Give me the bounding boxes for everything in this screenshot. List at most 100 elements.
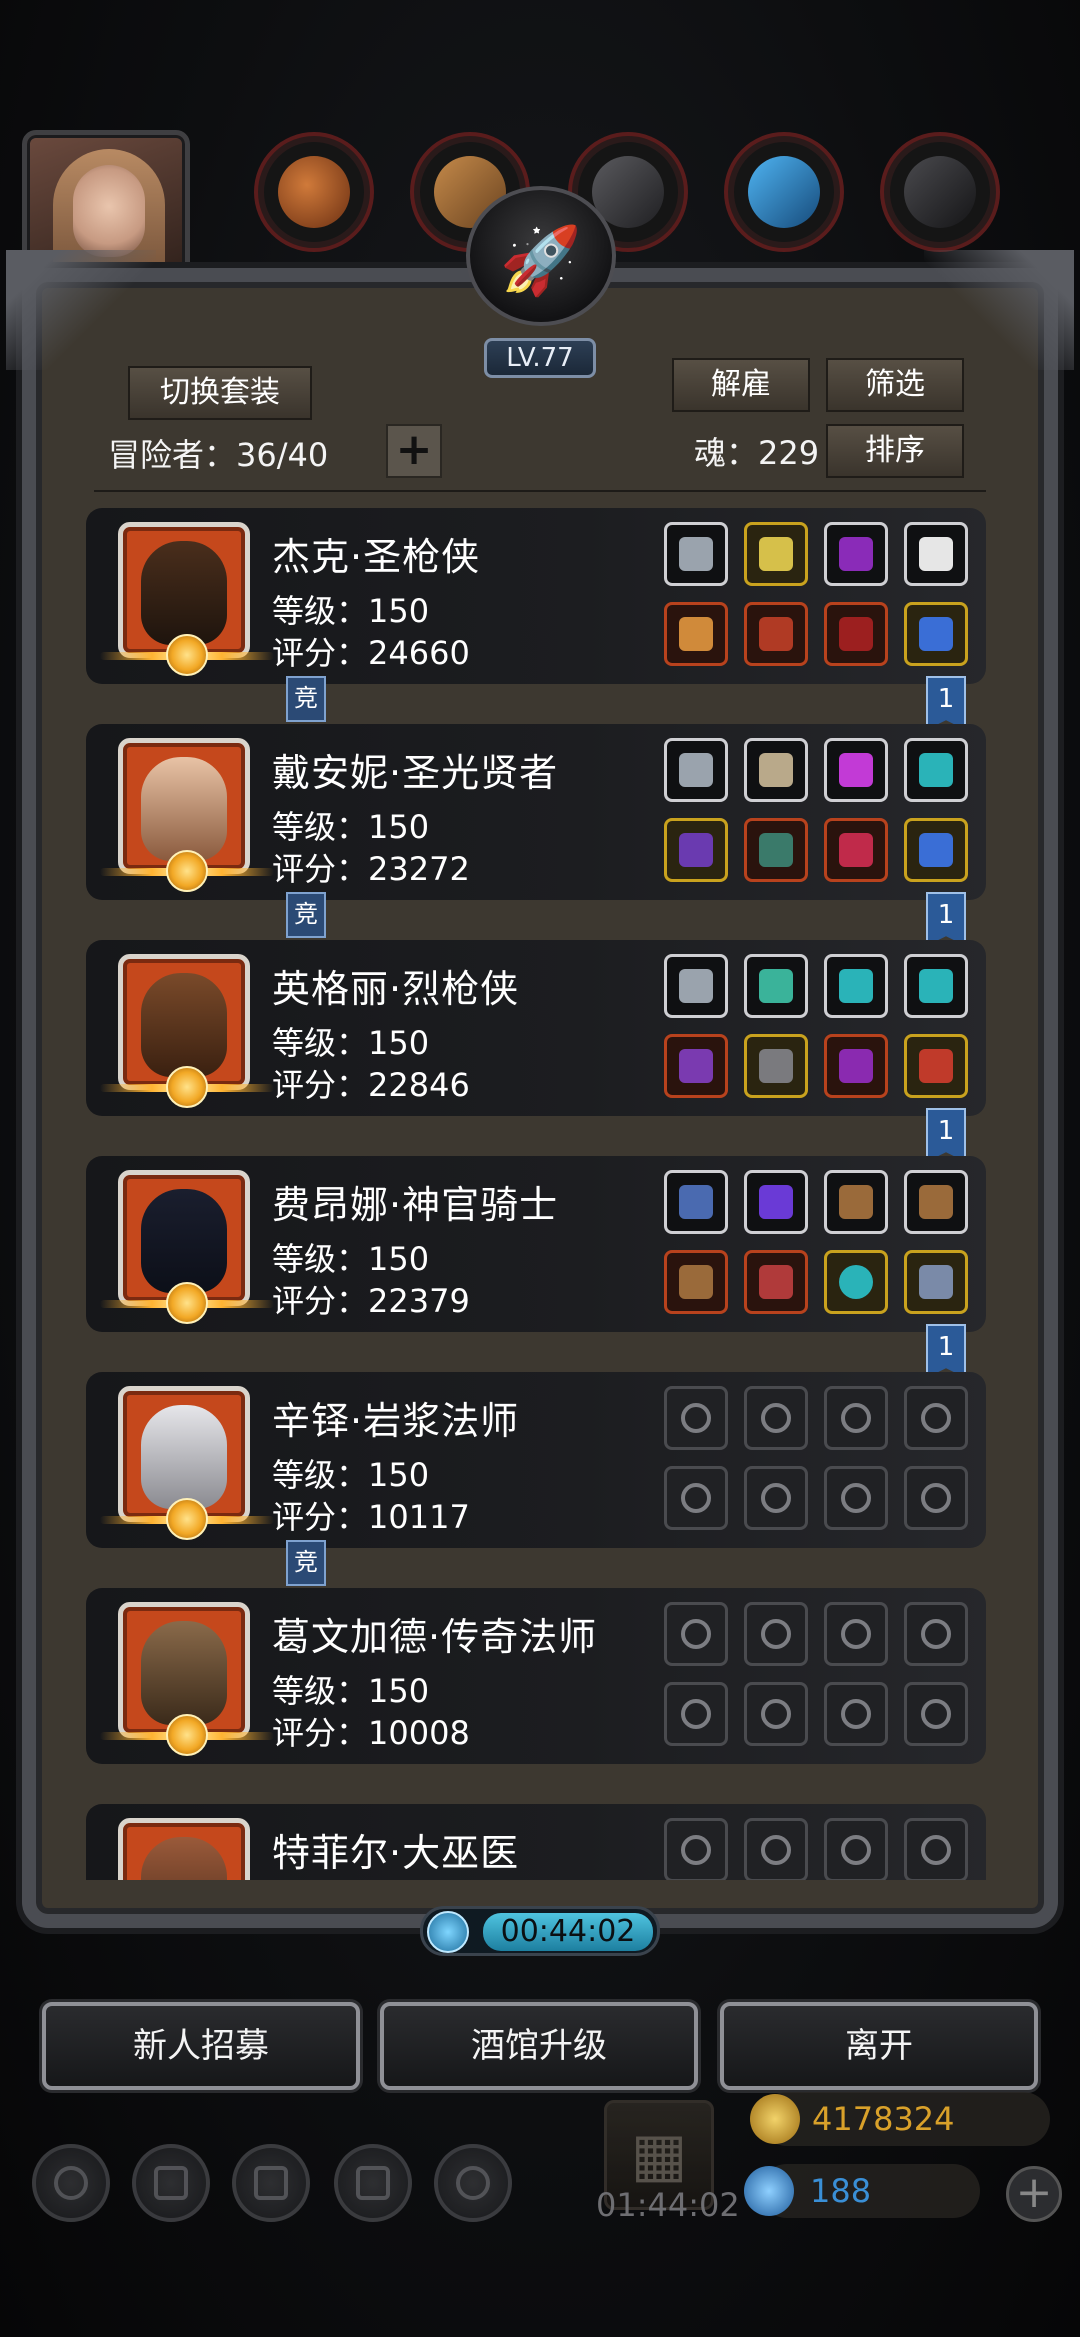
bracer-icon[interactable] — [824, 1170, 888, 1234]
empty-hex-slot-icon[interactable] — [904, 1602, 968, 1666]
orb-purple-icon[interactable] — [744, 1170, 808, 1234]
gem-teal-icon[interactable] — [824, 954, 888, 1018]
empty-hex-slot-icon[interactable] — [904, 1386, 968, 1450]
empty-hex-slot-icon[interactable] — [904, 1818, 968, 1880]
gold-amount: 4178324 — [812, 2100, 955, 2138]
rank-medal-icon — [166, 1282, 208, 1324]
bracer-icon[interactable] — [904, 1170, 968, 1234]
hero-level: 等级：150 — [272, 1240, 430, 1278]
tavern-upgrade-button[interactable]: 酒馆升级 — [380, 2002, 698, 2090]
rank-medal-icon — [166, 1714, 208, 1756]
frame-ornament-left — [6, 250, 156, 370]
wings-icon[interactable] — [664, 738, 728, 802]
ring-icon[interactable] — [904, 602, 968, 666]
empty-weapon-slot-icon[interactable] — [664, 1682, 728, 1746]
achievement-icon[interactable] — [132, 2144, 210, 2222]
empty-flame-slot-icon[interactable] — [744, 1818, 808, 1880]
hero-card[interactable]: 葛文加德·传奇法师 等级：150 评分：10008 — [86, 1586, 986, 1768]
empty-armor-slot-icon[interactable] — [744, 1466, 808, 1530]
empty-flame-slot-icon[interactable] — [744, 1602, 808, 1666]
settings-icon[interactable] — [32, 2144, 110, 2222]
dismiss-button[interactable]: 解雇 — [672, 358, 810, 412]
empty-ring-slot-icon[interactable] — [824, 1466, 888, 1530]
empty-wings-slot-icon[interactable] — [664, 1386, 728, 1450]
empty-hex-slot-icon[interactable] — [824, 1818, 888, 1880]
arena-tag: 竞 — [286, 892, 326, 938]
sort-button[interactable]: 排序 — [826, 424, 964, 478]
empty-weapon-slot-icon[interactable] — [664, 1466, 728, 1530]
amulet-icon[interactable] — [744, 522, 808, 586]
rank-medal-icon — [166, 634, 208, 676]
hero-name: 杰克·圣枪侠 — [272, 535, 481, 579]
orb-icon[interactable] — [824, 818, 888, 882]
arena-tag: 竞 — [286, 676, 326, 722]
feather-icon[interactable] — [904, 522, 968, 586]
empty-flame-slot-icon[interactable] — [744, 1386, 808, 1450]
pendant-icon[interactable] — [904, 1034, 968, 1098]
shop-icon[interactable] — [434, 2144, 512, 2222]
robe-icon[interactable] — [744, 1250, 808, 1314]
leave-button[interactable]: 离开 — [720, 2002, 1038, 2090]
hero-score: 评分：24660 — [272, 634, 470, 672]
wings-icon[interactable] — [664, 1170, 728, 1234]
rocket-boost-button[interactable]: 🚀 — [466, 186, 616, 326]
hero-card[interactable]: 辛铎·岩浆法师 等级：150 评分：10117 — [86, 1370, 986, 1552]
add-slot-button[interactable]: + — [386, 424, 442, 478]
switch-set-button[interactable]: 切换套装 — [128, 366, 312, 420]
add-currency-button[interactable]: + — [1006, 2166, 1062, 2222]
armor-icon[interactable] — [744, 1034, 808, 1098]
empty-wings-slot-icon[interactable] — [664, 1602, 728, 1666]
hero-name: 费昂娜·神官骑士 — [272, 1183, 559, 1227]
gem-amount: 188 — [810, 2172, 872, 2210]
gem-purple-icon[interactable] — [824, 738, 888, 802]
spear-icon[interactable] — [664, 602, 728, 666]
hero-score: 评分：10117 — [272, 1498, 470, 1536]
amulet-icon[interactable] — [824, 1034, 888, 1098]
staff-icon[interactable] — [664, 818, 728, 882]
empty-hex-slot-icon[interactable] — [824, 1602, 888, 1666]
wings-icon[interactable] — [664, 954, 728, 1018]
pendant-icon[interactable] — [904, 818, 968, 882]
guild-icon[interactable] — [232, 2144, 310, 2222]
gauntlet-icon[interactable] — [904, 1250, 968, 1314]
clock-icon — [427, 1911, 469, 1953]
armor-icon[interactable] — [744, 602, 808, 666]
empty-wings-slot-icon[interactable] — [664, 1818, 728, 1880]
iron-ingot-icon[interactable] — [884, 136, 996, 248]
empty-ring-slot-icon[interactable] — [904, 1466, 968, 1530]
gold-coin-icon — [750, 2094, 800, 2144]
hero-portrait[interactable] — [118, 1818, 250, 1880]
crystal-blue-icon[interactable] — [728, 136, 840, 248]
rank-medal-icon — [166, 850, 208, 892]
empty-hex-slot-icon[interactable] — [824, 1386, 888, 1450]
wings-icon[interactable] — [664, 522, 728, 586]
hero-card[interactable]: 费昂娜·神官骑士 等级：150 评分：22379 — [86, 1154, 986, 1336]
hero-card[interactable]: 戴安妮·圣光贤者 等级：150 评分：23272 — [86, 722, 986, 904]
boots-icon[interactable] — [824, 602, 888, 666]
hero-level: 等级：150 — [272, 1024, 430, 1062]
gem-teal-icon[interactable] — [744, 954, 808, 1018]
potion-icon[interactable] — [824, 522, 888, 586]
hero-name: 英格丽·烈枪侠 — [272, 967, 520, 1011]
hero-card[interactable]: 英格丽·烈枪侠 等级：150 评分：22846 — [86, 938, 986, 1120]
hero-list[interactable]: 杰克·圣枪侠 等级：150 评分：24660 竞 1 戴安妮·圣光贤者 等级：1… — [86, 506, 986, 1880]
rocket-icon: 🚀 — [499, 222, 583, 299]
hero-card[interactable]: 杰克·圣枪侠 等级：150 评分：24660 — [86, 506, 986, 688]
hero-name: 特菲尔·大巫医 — [272, 1831, 520, 1875]
robe-icon[interactable] — [744, 818, 808, 882]
filter-button[interactable]: 筛选 — [826, 358, 964, 412]
stone-icon[interactable] — [744, 738, 808, 802]
mail-icon[interactable] — [334, 2144, 412, 2222]
spear-icon[interactable] — [664, 1034, 728, 1098]
recruit-button[interactable]: 新人招募 — [42, 2002, 360, 2090]
gem-teal-icon[interactable] — [904, 954, 968, 1018]
empty-armor-slot-icon[interactable] — [744, 1682, 808, 1746]
hero-card[interactable]: 特菲尔·大巫医 — [86, 1802, 986, 1880]
empty-ring-slot-icon[interactable] — [904, 1682, 968, 1746]
empty-ring-slot-icon[interactable] — [824, 1682, 888, 1746]
frame-ornament-right — [924, 250, 1074, 370]
gem-teal-icon[interactable] — [904, 738, 968, 802]
ore-red-icon[interactable] — [258, 136, 370, 248]
mace-icon[interactable] — [664, 1250, 728, 1314]
shield-icon[interactable] — [824, 1250, 888, 1314]
